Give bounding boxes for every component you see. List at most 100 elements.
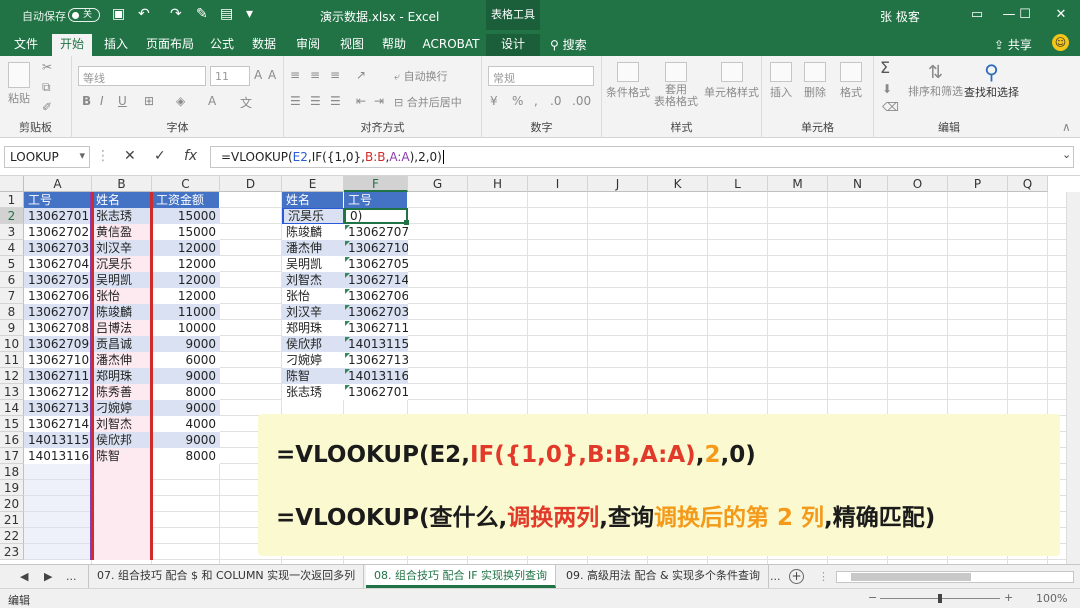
select-all-corner[interactable] — [0, 176, 24, 192]
column-header-e[interactable]: E — [282, 176, 344, 192]
format-painter-brush-icon[interactable]: ✐ — [42, 100, 52, 114]
cancel-icon[interactable]: ✕ — [124, 148, 136, 164]
italic-icon[interactable]: I — [100, 94, 104, 108]
currency-icon[interactable]: ¥ — [490, 94, 498, 108]
table1-cell[interactable]: 4000 — [152, 416, 220, 432]
tab-page-layout[interactable]: 页面布局 — [140, 34, 200, 56]
copy-icon[interactable]: ⧉ — [42, 80, 51, 95]
row-header-12[interactable]: 12 — [0, 368, 24, 384]
table1-cell[interactable]: 11000 — [152, 304, 220, 320]
row-header-11[interactable]: 11 — [0, 352, 24, 368]
table1-cell[interactable]: 13062707 — [24, 304, 92, 320]
table2-id-cell[interactable]: 13062711 — [344, 320, 408, 336]
format-cells-button[interactable]: 格式 — [840, 62, 862, 100]
table1-cell[interactable]: 13062712 — [24, 384, 92, 400]
column-header-h[interactable]: H — [468, 176, 528, 192]
font-color-icon[interactable]: A — [208, 94, 216, 108]
zoom-in-icon[interactable]: + — [1004, 591, 1013, 604]
table2-name-cell[interactable]: 陈智 — [282, 368, 344, 384]
table2-id-cell[interactable]: 13062707 — [344, 224, 408, 240]
table1-header-cell[interactable]: 工号 — [24, 192, 92, 208]
row-header-22[interactable]: 22 — [0, 528, 24, 544]
row-header-16[interactable]: 16 — [0, 432, 24, 448]
table1-cell[interactable]: 6000 — [152, 352, 220, 368]
column-header-n[interactable]: N — [828, 176, 888, 192]
row-header-18[interactable]: 18 — [0, 464, 24, 480]
row-header-4[interactable]: 4 — [0, 240, 24, 256]
tab-acrobat[interactable]: ACROBAT — [420, 34, 482, 56]
cell-styles-button[interactable]: 单元格样式 — [704, 62, 759, 100]
redo-icon[interactable]: ↷ — [170, 6, 182, 22]
sheet-more-button[interactable]: ... — [66, 570, 77, 583]
table2-name-cell[interactable]: 吴明凯 — [282, 256, 344, 272]
tab-review[interactable]: 审阅 — [290, 34, 326, 56]
table1-cell[interactable]: 13062705 — [24, 272, 92, 288]
table2-id-cell[interactable]: 14013115 — [344, 336, 408, 352]
column-header-j[interactable]: J — [588, 176, 648, 192]
tab-help[interactable]: 帮助 — [376, 34, 412, 56]
table1-cell[interactable]: 13062710 — [24, 352, 92, 368]
table2-name-cell[interactable]: 潘杰伸 — [282, 240, 344, 256]
increase-decimal-icon[interactable]: .0 — [550, 94, 561, 108]
table2-id-cell[interactable]: 13062703 — [344, 304, 408, 320]
column-header-g[interactable]: G — [408, 176, 468, 192]
table1-cell[interactable]: 13062709 — [24, 336, 92, 352]
column-header-f[interactable]: F — [344, 176, 408, 192]
table1-cell[interactable]: 13062701 — [24, 208, 92, 224]
table1-cell[interactable]: 13062708 — [24, 320, 92, 336]
wrap-text-button[interactable]: ⤶ 自动换行 — [394, 68, 448, 84]
table2-name-cell[interactable]: 张志琇 — [282, 384, 344, 400]
font-size-dropdown[interactable]: 11 — [210, 66, 250, 86]
table1-cell[interactable]: 13062713 — [24, 400, 92, 416]
horizontal-scrollbar[interactable] — [836, 571, 1074, 583]
decrease-indent-icon[interactable]: ⇤ — [356, 94, 366, 108]
table1-cell[interactable]: 12000 — [152, 272, 220, 288]
format-as-table-button[interactable]: 套用 表格格式 — [654, 62, 698, 108]
row-header-10[interactable]: 10 — [0, 336, 24, 352]
table2-name-cell[interactable]: 郑明珠 — [282, 320, 344, 336]
column-header-b[interactable]: B — [92, 176, 152, 192]
table2-id-cell[interactable]: 13062706 — [344, 288, 408, 304]
table1-cell[interactable]: 12000 — [152, 240, 220, 256]
autosave-toggle[interactable]: 关 — [68, 8, 100, 22]
conditional-format-button[interactable]: 条件格式 — [606, 62, 650, 100]
table2-name-cell[interactable]: 刁婉婷 — [282, 352, 344, 368]
align-left-icon[interactable]: ☰ — [290, 94, 301, 108]
fill-icon[interactable]: ⬇ — [882, 82, 892, 96]
search-box[interactable]: ⚲ 搜索 — [550, 36, 587, 53]
table2-id-cell[interactable]: 13062705 — [344, 256, 408, 272]
table2-header-cell[interactable]: 工号 — [344, 192, 408, 208]
sheet-more-right-button[interactable]: ... — [770, 570, 781, 583]
column-header-i[interactable]: I — [528, 176, 588, 192]
bold-icon[interactable]: B — [82, 94, 91, 108]
tab-split-handle-icon[interactable]: ⋮ — [818, 570, 829, 583]
table1-cell[interactable]: 13062711 — [24, 368, 92, 384]
table2-name-cell[interactable]: 侯欣邦 — [282, 336, 344, 352]
column-header-m[interactable]: M — [768, 176, 828, 192]
sheet-tab-09[interactable]: 09. 高级用法 配合 & 实现多个条件查询 — [558, 565, 770, 588]
table2-id-cell[interactable]: 13062710 — [344, 240, 408, 256]
table2-id-cell[interactable]: 13062714 — [344, 272, 408, 288]
table1-header-cell[interactable]: 工资金额 — [152, 192, 220, 208]
grow-font-icon[interactable]: A — [254, 68, 262, 82]
table1-cell[interactable]: 13062706 — [24, 288, 92, 304]
number-format-dropdown[interactable]: 常规 — [488, 66, 594, 86]
percent-icon[interactable]: % — [512, 94, 523, 108]
zoom-out-icon[interactable]: − — [868, 591, 877, 604]
table1-cell[interactable]: 12000 — [152, 288, 220, 304]
table1-cell[interactable]: 13062714 — [24, 416, 92, 432]
font-name-dropdown[interactable]: 等线 — [78, 66, 206, 86]
insert-function-icon[interactable]: fx — [184, 148, 197, 164]
close-button[interactable]: ✕ — [1046, 4, 1076, 26]
expand-formula-bar-icon[interactable]: ⌄ — [1062, 148, 1071, 161]
column-header-a[interactable]: A — [24, 176, 92, 192]
align-middle-icon[interactable]: ≡ — [310, 68, 320, 82]
customize-toolbar-icon[interactable]: ▾ — [246, 6, 253, 22]
sheet-prev-icon[interactable]: ◀ — [20, 570, 28, 583]
align-top-icon[interactable]: ≡ — [290, 68, 300, 82]
sheet-next-icon[interactable]: ▶ — [44, 570, 52, 583]
cut-icon[interactable]: ✂ — [42, 60, 52, 74]
row-header-5[interactable]: 5 — [0, 256, 24, 272]
insert-cells-button[interactable]: 插入 — [770, 62, 792, 100]
row-header-14[interactable]: 14 — [0, 400, 24, 416]
